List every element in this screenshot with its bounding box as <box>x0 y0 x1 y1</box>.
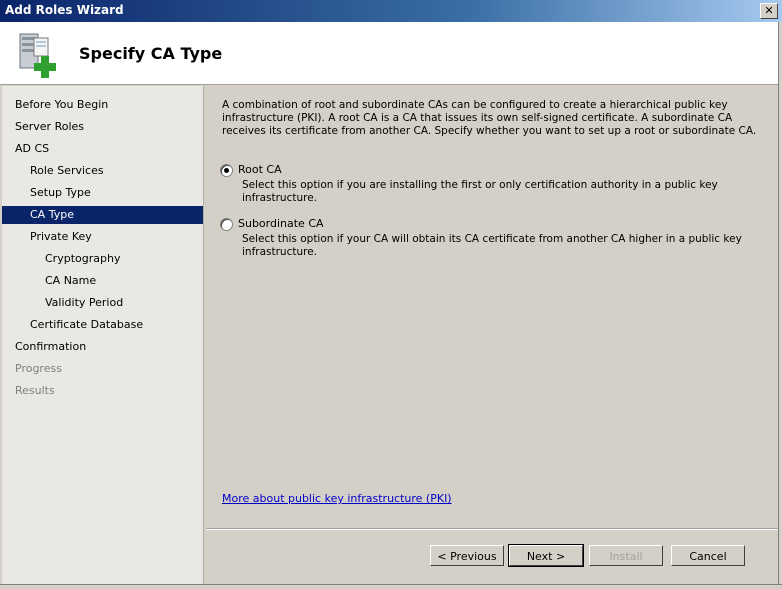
next-button[interactable]: Next > <box>508 544 584 567</box>
nav-step-ad-cs[interactable]: AD CS <box>2 140 216 158</box>
root-ca-radio[interactable] <box>220 164 233 177</box>
radio-selected-dot <box>224 168 229 173</box>
root-ca-description: Select this option if you are installing… <box>242 179 718 204</box>
nav-step-setup-type[interactable]: Setup Type <box>2 184 231 202</box>
footer-divider <box>206 528 778 530</box>
page-title: Specify CA Type <box>79 44 223 63</box>
close-button[interactable]: ✕ <box>760 3 778 19</box>
nav-step-results: Results <box>15 384 55 397</box>
content-pane: A combination of root and subordinate CA… <box>206 86 778 528</box>
previous-button[interactable]: < Previous <box>430 545 504 566</box>
subordinate-ca-radio[interactable] <box>220 218 233 231</box>
nav-step-ca-type[interactable]: CA Type <box>2 206 203 224</box>
title-bar: Add Roles Wizard ✕ <box>0 0 782 22</box>
window-title: Add Roles Wizard <box>5 3 124 17</box>
subordinate-ca-description: Select this option if your CA will obtai… <box>242 233 742 258</box>
nav-step-role-services[interactable]: Role Services <box>2 162 231 180</box>
nav-step-server-roles[interactable]: Server Roles <box>2 118 216 136</box>
wizard-header: Specify CA Type <box>0 22 778 85</box>
window-frame-right <box>778 22 782 588</box>
install-button: Install <box>589 545 663 566</box>
ca-type-description: A combination of root and subordinate CA… <box>222 99 757 137</box>
window-frame-bottom <box>0 584 782 589</box>
nav-step-certificate-database[interactable]: Certificate Database <box>2 316 231 334</box>
wizard-steps: Before You Begin Server Roles AD CS Role… <box>2 86 204 584</box>
nav-step-confirmation[interactable]: Confirmation <box>2 338 216 356</box>
cancel-button[interactable]: Cancel <box>671 545 745 566</box>
nav-step-private-key[interactable]: Private Key <box>2 228 231 246</box>
pki-help-link[interactable]: More about public key infrastructure (PK… <box>222 492 452 505</box>
server-add-icon <box>19 33 56 78</box>
subordinate-ca-label[interactable]: Subordinate CA <box>238 217 324 230</box>
nav-step-before-you-begin[interactable]: Before You Begin <box>2 96 216 114</box>
root-ca-label[interactable]: Root CA <box>238 163 282 176</box>
nav-step-progress: Progress <box>15 362 62 375</box>
